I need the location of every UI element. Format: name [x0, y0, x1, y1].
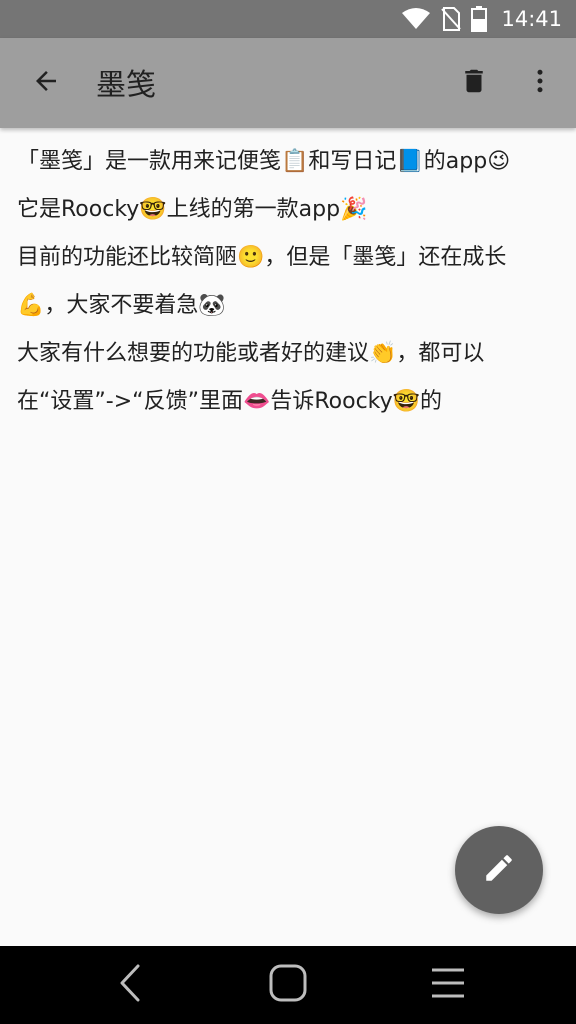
page-title: 墨笺 [96, 68, 156, 103]
app-bar: 墨笺 [0, 38, 576, 128]
delete-button[interactable] [452, 61, 496, 105]
nav-back-button[interactable] [108, 963, 152, 1007]
battery-icon [471, 6, 488, 32]
nav-menu-icon [430, 965, 466, 1005]
back-button[interactable] [24, 61, 68, 105]
note-line: 大家有什么想要的功能或者好的建议👏，都可以 [17, 341, 485, 366]
note-line: 💪，大家不要着急🐼 [17, 293, 226, 318]
edit-fab-button[interactable] [455, 826, 543, 914]
pencil-icon [482, 851, 516, 889]
note-line: 「墨笺」是一款用来记便笺📋和写日记📘的app😉 [17, 149, 511, 174]
no-sim-icon [441, 7, 462, 31]
note-line: 它是Roocky🤓上线的第一款app🎉 [17, 197, 368, 222]
more-vertical-icon [525, 66, 555, 100]
note-line: 在“设置”->“反馈”里面👄告诉Roocky🤓的 [17, 389, 443, 414]
status-bar: 14:41 [0, 0, 576, 38]
nav-menu-button[interactable] [426, 963, 470, 1007]
more-options-button[interactable] [518, 61, 562, 105]
nav-home-button[interactable] [266, 963, 310, 1007]
note-content[interactable]: 「墨笺」是一款用来记便笺📋和写日记📘的app😉 它是Roocky🤓上线的第一款a… [17, 138, 562, 426]
nav-home-icon [268, 963, 308, 1007]
navigation-bar [0, 946, 576, 1024]
arrow-left-icon [31, 66, 61, 100]
trash-icon [459, 65, 489, 101]
wifi-icon [401, 8, 431, 30]
nav-back-icon [116, 963, 144, 1007]
note-line: 目前的功能还比较简陋🙂，但是「墨笺」还在成长 [17, 245, 507, 270]
status-time: 14:41 [501, 7, 562, 31]
